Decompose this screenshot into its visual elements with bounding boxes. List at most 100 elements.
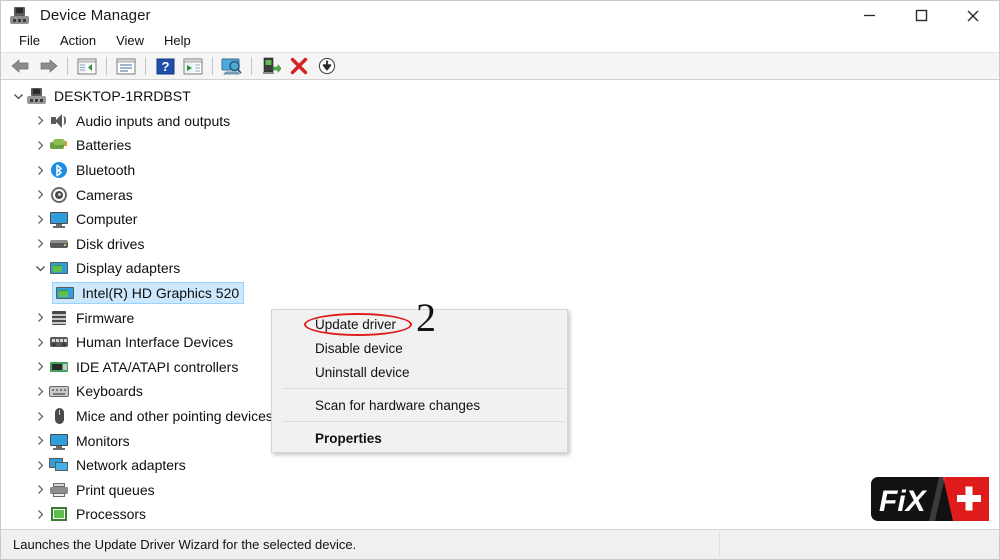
chevron-right-icon[interactable] — [31, 429, 49, 453]
tree-node-label: Processors — [76, 506, 147, 523]
tree-node-label: Network adapters — [76, 457, 186, 474]
status-bar: Launches the Update Driver Wizard for th… — [1, 529, 999, 559]
close-button[interactable] — [947, 1, 999, 30]
tree-node-label: DESKTOP-1RRDBST — [54, 88, 191, 105]
tree-node-label: IDE ATA/ATAPI controllers — [76, 358, 239, 375]
status-bar-text: Launches the Update Driver Wizard for th… — [13, 537, 357, 552]
tree-node-print-queues[interactable]: Print queues — [9, 478, 999, 503]
mouse-icon — [49, 407, 69, 425]
tree-node-root[interactable]: DESKTOP-1RRDBST — [9, 84, 999, 109]
help-icon[interactable]: ? — [152, 54, 178, 78]
fix-plus-watermark: FiX — [871, 477, 989, 521]
network-adapter-icon — [49, 456, 69, 474]
device-manager-window: Device Manager File Action View Help ? D… — [0, 0, 1000, 560]
forward-arrow-icon[interactable] — [35, 54, 61, 78]
context-menu-item-label: Properties — [315, 430, 382, 446]
monitor-icon — [49, 432, 69, 450]
tree-node-label: Disk drives — [76, 235, 145, 252]
context-menu-item-label: Update driver — [315, 316, 397, 332]
chevron-right-icon[interactable] — [31, 133, 49, 157]
device-tree-pane: DESKTOP-1RRDBST Audio inputs and outputs — [1, 80, 999, 529]
action-menu-icon[interactable] — [180, 54, 206, 78]
tree-node-bluetooth[interactable]: Bluetooth — [9, 158, 999, 183]
computer-icon — [27, 87, 47, 105]
tree-node-label: Cameras — [76, 186, 133, 203]
tree-node-label: Display adapters — [76, 260, 181, 277]
update-driver-icon[interactable] — [314, 54, 340, 78]
tree-node-label: Monitors — [76, 432, 130, 449]
bluetooth-icon — [49, 161, 69, 179]
tree-node-label: Firmware — [76, 309, 135, 326]
chevron-right-icon[interactable] — [31, 355, 49, 379]
tree-node-intel-hd-graphics-520[interactable]: Intel(R) HD Graphics 520 — [9, 281, 999, 306]
display-adapter-icon — [55, 284, 75, 302]
toolbar-separator — [145, 57, 146, 75]
tree-node-label: Mice and other pointing devices — [76, 408, 273, 425]
back-arrow-icon[interactable] — [7, 54, 33, 78]
context-menu-item-label: Disable device — [315, 340, 403, 356]
tree-node-network-adapters[interactable]: Network adapters — [9, 453, 999, 478]
chevron-right-icon[interactable] — [31, 207, 49, 231]
context-menu-item-properties[interactable]: Properties — [272, 426, 567, 450]
monitor-icon — [49, 210, 69, 229]
context-menu-item-uninstall-device[interactable]: Uninstall device — [272, 360, 567, 384]
show-hide-console-tree-icon[interactable] — [74, 54, 100, 78]
chevron-right-icon[interactable] — [31, 330, 49, 354]
tree-node-batteries[interactable]: Batteries — [9, 133, 999, 158]
tree-node-cameras[interactable]: Cameras — [9, 182, 999, 207]
toolbar: ? — [1, 52, 999, 80]
tree-node-computer[interactable]: Computer — [9, 207, 999, 232]
chevron-right-icon[interactable] — [31, 379, 49, 403]
chevron-right-icon[interactable] — [31, 158, 49, 182]
camera-icon — [49, 186, 69, 204]
toolbar-separator — [106, 57, 107, 75]
chevron-right-icon[interactable] — [31, 183, 49, 207]
context-menu-separator — [282, 388, 565, 389]
hid-icon — [49, 333, 69, 351]
tree-node-label: Keyboards — [76, 383, 143, 400]
disk-drive-icon — [49, 235, 69, 253]
menu-bar: File Action View Help — [1, 30, 999, 52]
keyboard-icon — [49, 382, 69, 400]
chevron-down-icon[interactable] — [9, 84, 27, 108]
delete-icon[interactable] — [286, 54, 312, 78]
chevron-right-icon[interactable] — [31, 453, 49, 477]
status-bar-divider — [719, 533, 720, 557]
tree-node-label: Intel(R) HD Graphics 520 — [82, 285, 240, 302]
chevron-right-icon[interactable] — [31, 232, 49, 256]
toolbar-separator — [67, 57, 68, 75]
tree-node-label: Human Interface Devices — [76, 334, 234, 351]
uninstall-device-icon[interactable] — [258, 54, 284, 78]
context-menu-item-label: Uninstall device — [315, 364, 410, 380]
tree-node-display-adapters[interactable]: Display adapters — [9, 256, 999, 281]
context-menu-item-label: Scan for hardware changes — [315, 397, 481, 413]
tree-node-disk-drives[interactable]: Disk drives — [9, 232, 999, 257]
chevron-right-icon[interactable] — [31, 502, 49, 526]
ide-controller-icon — [49, 358, 69, 376]
svg-text:?: ? — [161, 59, 169, 74]
tree-node-processors[interactable]: Processors — [9, 502, 999, 527]
processor-icon — [49, 505, 69, 523]
chevron-right-icon[interactable] — [31, 404, 49, 428]
tree-node-label: Batteries — [76, 137, 132, 154]
battery-icon — [49, 136, 69, 154]
maximize-button[interactable] — [895, 1, 947, 30]
chevron-down-icon[interactable] — [31, 256, 49, 280]
tree-node-label: Computer — [76, 211, 138, 228]
minimize-button[interactable] — [843, 1, 895, 30]
scan-hardware-changes-icon[interactable] — [219, 54, 245, 78]
context-menu-separator — [282, 421, 565, 422]
context-menu-item-scan-for-hardware-changes[interactable]: Scan for hardware changes — [272, 393, 567, 417]
step-number-annotation: 2 — [416, 295, 436, 340]
menu-file[interactable]: File — [9, 31, 50, 51]
chevron-right-icon[interactable] — [31, 478, 49, 502]
tree-node-audio-inputs-and-outputs[interactable]: Audio inputs and outputs — [9, 109, 999, 134]
menu-action[interactable]: Action — [50, 31, 106, 51]
properties-icon[interactable] — [113, 54, 139, 78]
menu-view[interactable]: View — [106, 31, 154, 51]
speaker-icon — [49, 112, 69, 130]
chevron-right-icon[interactable] — [31, 109, 49, 133]
chevron-right-icon[interactable] — [31, 306, 49, 330]
menu-help[interactable]: Help — [154, 31, 201, 51]
firmware-icon — [49, 309, 69, 327]
